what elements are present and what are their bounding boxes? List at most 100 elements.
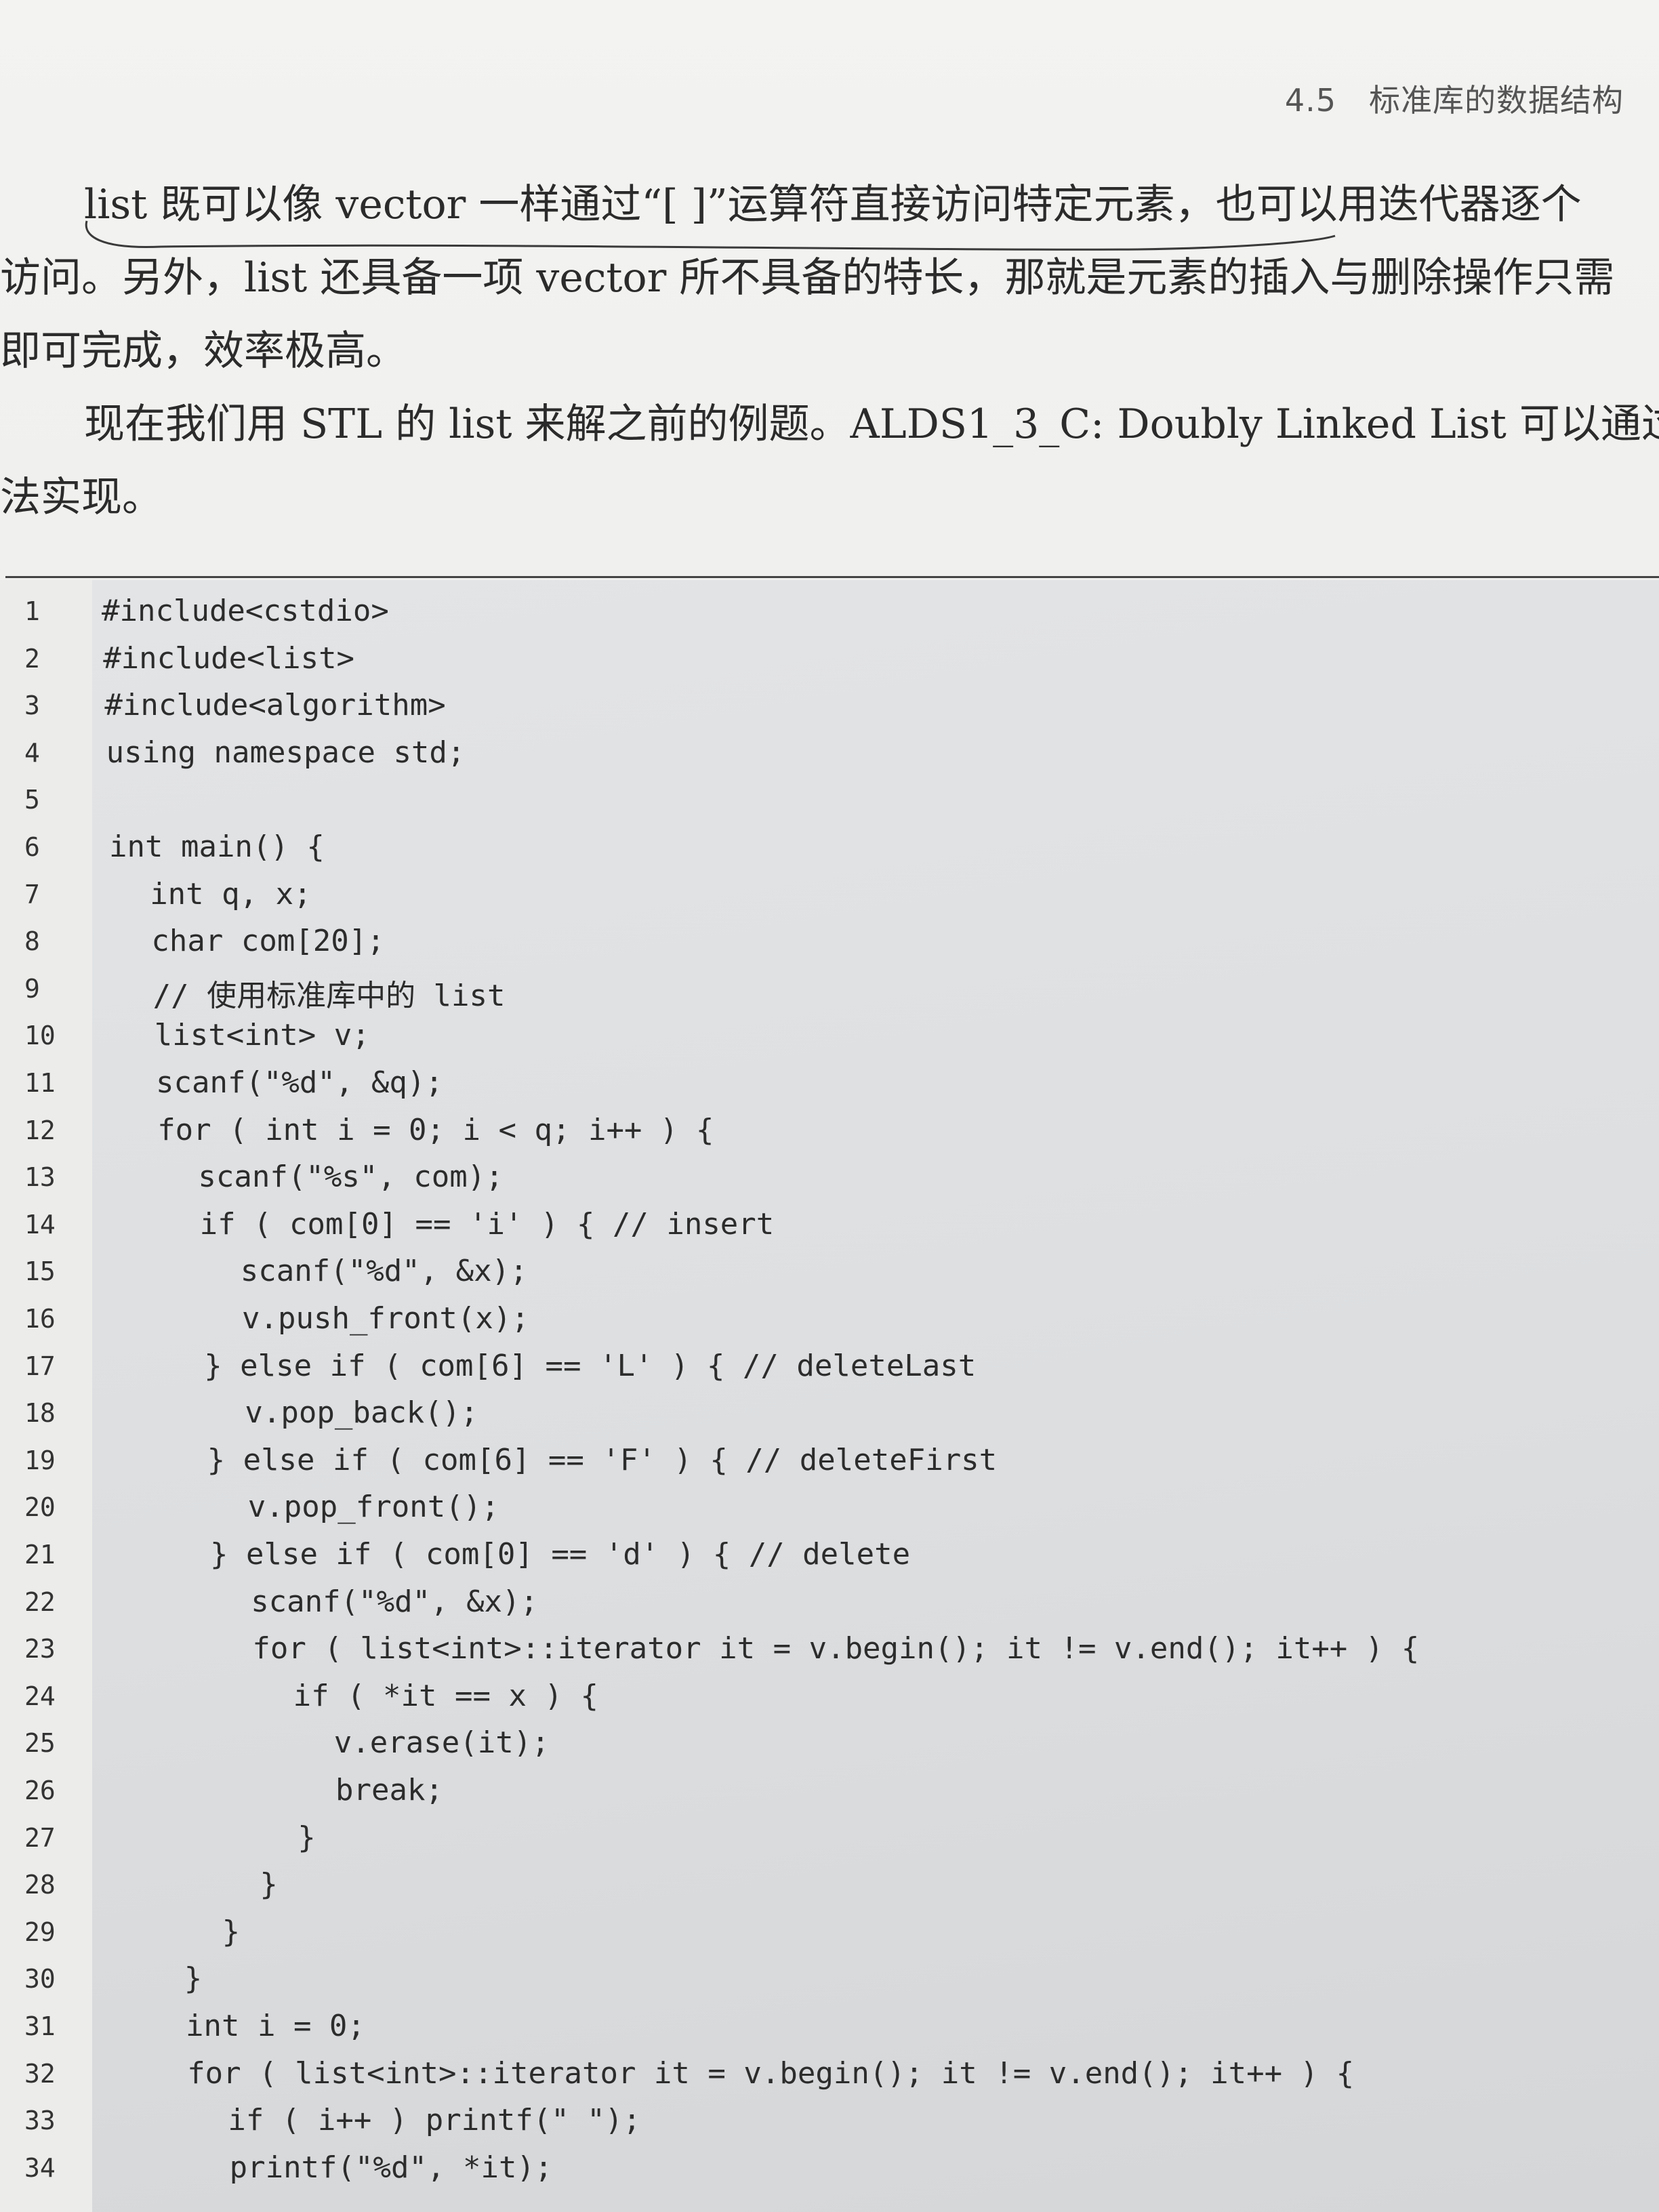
line-number: 5 [24, 785, 40, 815]
code-text: if ( i++ ) printf(" "); [228, 2103, 641, 2138]
line-number: 12 [24, 1115, 56, 1145]
code-text: #include<list> [103, 640, 355, 676]
code-text: } [222, 1914, 241, 1949]
line-number: 18 [24, 1398, 56, 1429]
code-text: list<int> v; [154, 1018, 370, 1053]
line-number: 24 [24, 1681, 56, 1711]
code-top-rule [5, 576, 1659, 578]
code-text: break; [335, 1773, 443, 1807]
code-text: int q, x; [150, 876, 312, 912]
pen-underline-mark [85, 220, 1336, 251]
code-line: 29} [0, 1914, 1659, 1962]
code-line: 27} [0, 1820, 1659, 1868]
line-number: 20 [24, 1492, 56, 1523]
code-text: printf("%d", *it); [229, 2150, 553, 2185]
code-line: 12 for ( int i = 0; i < q; i++ ) { [0, 1113, 1659, 1160]
code-text: int i = 0; [186, 2009, 365, 2043]
section-number: 4.5 [1284, 82, 1336, 119]
code-line: 23 for ( list<int>::iterator it = v.begin… [0, 1631, 1659, 1679]
code-text: } else if ( com[0] == 'd' ) { // delete [210, 1537, 911, 1572]
line-number: 4 [24, 737, 40, 768]
code-line: 3 #include<algorithm> [0, 688, 1659, 735]
code-text: // 使用标准库中的 list [152, 978, 506, 1013]
line-number: 8 [24, 926, 40, 957]
code-line: 24 if ( *it == x ) { [0, 1679, 1659, 1726]
code-text: for ( int i = 0; i < q; i++ ) { [157, 1112, 714, 1147]
line-number: 30 [24, 1964, 56, 1994]
code-line: 9 // 使用标准库中的 list [0, 971, 1659, 1019]
line-number: 6 [24, 832, 40, 862]
code-text: scanf("%d", &q); [156, 1065, 443, 1100]
line-number: 15 [24, 1256, 56, 1287]
running-header: 4.5 标准库的数据结构 [1285, 76, 1624, 121]
code-line: 32 for ( list<int>::iterator it = v.begin… [0, 2056, 1659, 2104]
code-line: 15 scanf("%d", &x); [0, 1254, 1659, 1301]
line-number: 23 [24, 1634, 56, 1664]
line-number: 26 [24, 1776, 56, 1805]
line-number: 3 [24, 691, 40, 721]
code-text: } else if ( com[6] == 'L' ) { // deleteL… [204, 1348, 977, 1383]
code-text: int main() { [109, 830, 325, 864]
code-line: 14 if ( com[0] == 'i' ) { // insert [0, 1207, 1659, 1254]
line-number: 19 [24, 1445, 56, 1475]
code-line: 10 list<int> v; [0, 1018, 1659, 1065]
code-text: #include<cstdio> [102, 594, 389, 628]
code-line: 17 } else if ( com[6] == 'L' ) { // delet… [0, 1349, 1659, 1396]
code-line: 5 [0, 782, 1659, 830]
section-title: 标准库的数据结构 [1369, 82, 1624, 119]
line-number: 29 [24, 1917, 56, 1947]
code-line: 26 break; [0, 1773, 1659, 1820]
code-line: 33 if ( i++ ) printf(" "); [0, 2103, 1659, 2150]
code-line: 31 int i = 0; [0, 2009, 1659, 2056]
code-line: 6 int main() { [0, 830, 1659, 877]
code-text: v.push_front(x); [242, 1301, 529, 1336]
code-text: #include<algorithm> [104, 688, 446, 723]
code-text: v.pop_front(); [247, 1490, 499, 1525]
line-number: 1 [24, 596, 40, 626]
paragraph-line: 法实现。 [0, 474, 163, 521]
code-text: char com[20]; [151, 924, 385, 959]
code-text: scanf("%d", &x); [240, 1254, 528, 1289]
line-number: 10 [24, 1021, 56, 1051]
code-text: for ( list<int>::iterator it = v.begin()… [187, 2055, 1355, 2091]
code-text: if ( com[0] == 'i' ) { // insert [199, 1206, 775, 1242]
code-line: 11 scanf("%d", &q); [0, 1065, 1659, 1113]
line-number: 27 [24, 1822, 56, 1853]
paragraph-1: list 既可以像 vector 一样通过“[ ]”运算符直接访问特定元素，也可… [0, 168, 1659, 388]
code-line: 13 scanf("%s", com); [0, 1160, 1659, 1207]
code-line: 1 #include<cstdio> [0, 594, 1659, 641]
line-number: 2 [24, 643, 40, 674]
code-line: 25 v.erase(it); [0, 1725, 1659, 1773]
code-text: } [184, 1961, 203, 1996]
code-line: 20 v.pop_front(); [0, 1490, 1659, 1537]
line-number: 13 [24, 1162, 56, 1193]
code-text: scanf("%s", com); [198, 1160, 504, 1195]
line-number: 32 [24, 2058, 56, 2089]
paragraph-2: 现在我们用 STL 的 list 来解之前的例题。ALDS1_3_C: Doub… [0, 388, 1659, 534]
code-line: 22 scanf("%d", &x); [0, 1584, 1659, 1632]
paragraph-line: 现在我们用 STL 的 list 来解之前的例题。ALDS1_3_C: Doub… [84, 401, 1659, 448]
code-line: 34 printf("%d", *it); [0, 2150, 1659, 2198]
code-text: scanf("%d", &x); [251, 1584, 539, 1619]
line-number: 22 [24, 1586, 56, 1617]
line-number: 33 [24, 2106, 56, 2136]
line-number: 7 [24, 879, 40, 909]
code-line: 28} [0, 1867, 1659, 1914]
code-line: 8 char com[20]; [0, 924, 1659, 971]
line-number: 11 [24, 1068, 56, 1098]
code-line: 16 v.push_front(x); [0, 1301, 1659, 1349]
code-line: 19 } else if ( com[6] == 'F' ) { // delet… [0, 1443, 1659, 1490]
line-number: 9 [24, 973, 40, 1004]
line-number: 16 [24, 1304, 56, 1334]
paragraph-line: 即可完成，效率极高。 [0, 327, 407, 375]
code-line: 30} [0, 1961, 1659, 2009]
code-line: 7 int q, x; [0, 877, 1659, 924]
code-text: } [298, 1820, 316, 1855]
code-text: v.pop_back(); [245, 1395, 478, 1431]
code-line: 2 #include<list> [0, 641, 1659, 689]
line-number: 21 [24, 1540, 56, 1570]
line-number: 31 [24, 2011, 56, 2041]
code-text: } else if ( com[6] == 'F' ) { // deleteF… [207, 1442, 998, 1477]
code-text: } [260, 1867, 278, 1902]
line-number: 17 [24, 1351, 56, 1381]
